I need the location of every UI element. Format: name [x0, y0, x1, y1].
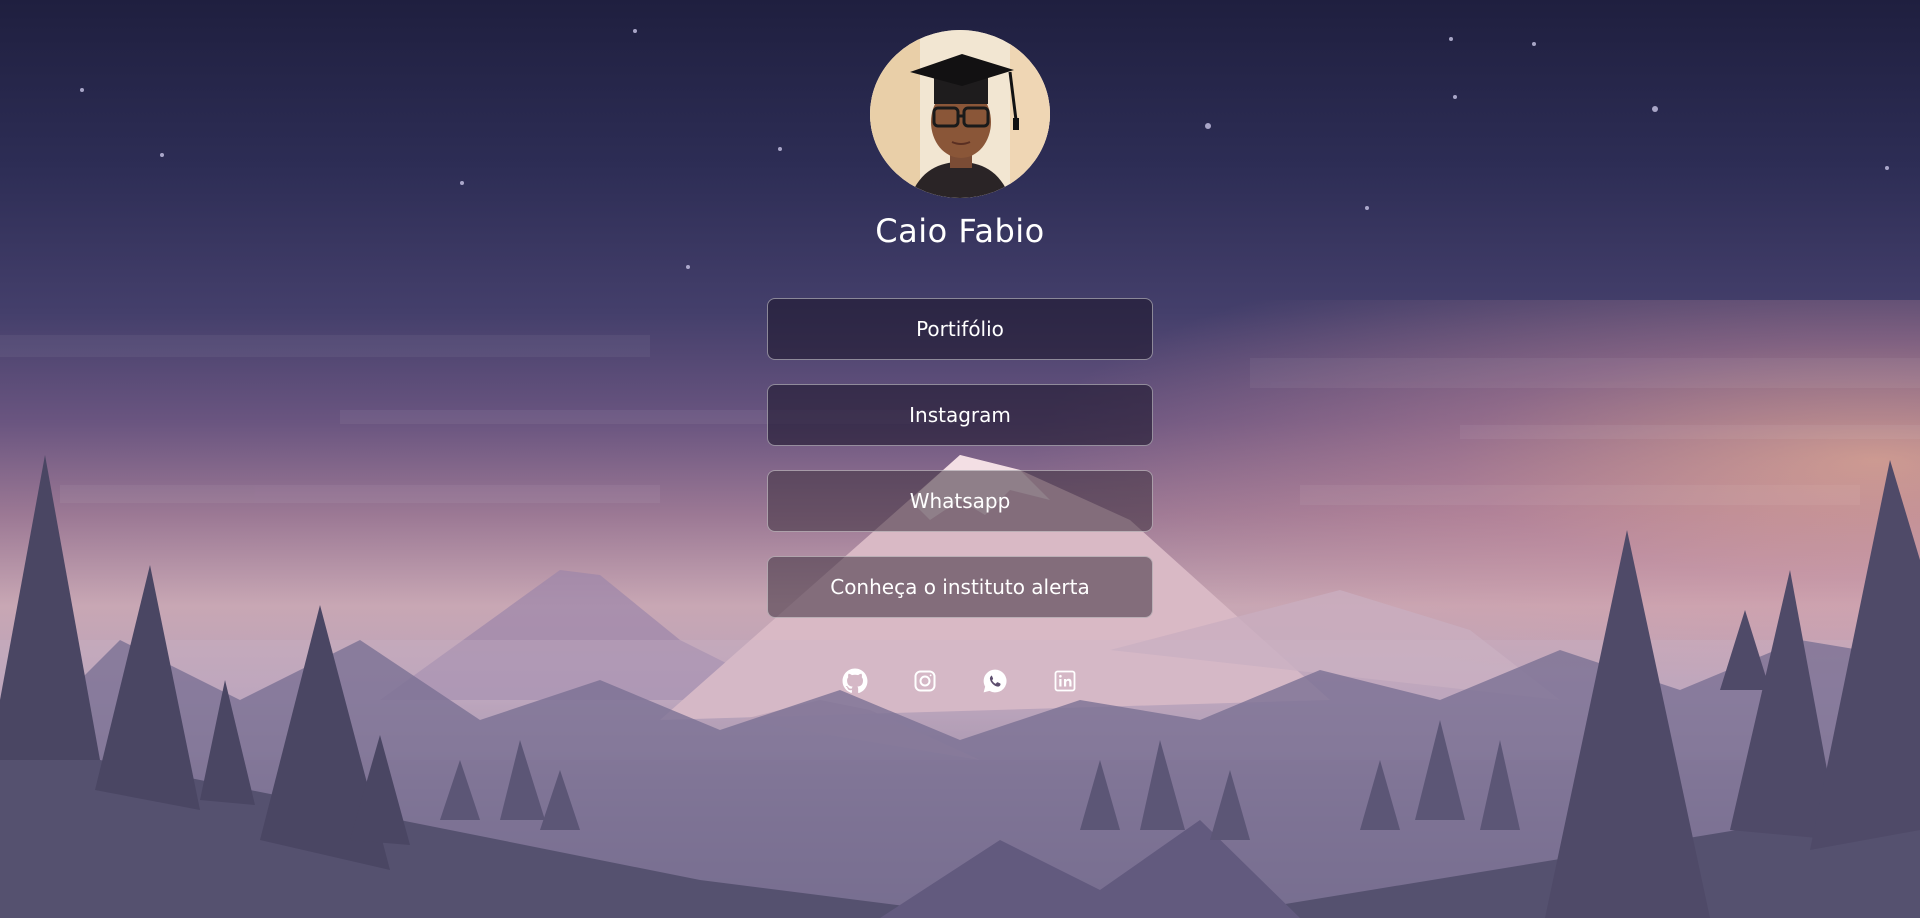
portfolio-link-button[interactable]: Portifólio — [767, 298, 1153, 360]
github-icon[interactable] — [842, 668, 868, 694]
profile-name: Caio Fabio — [875, 212, 1045, 250]
linkedin-icon[interactable] — [1052, 668, 1078, 694]
instituto-alerta-link-button[interactable]: Conheça o instituto alerta — [767, 556, 1153, 618]
whatsapp-link-button[interactable]: Whatsapp — [767, 470, 1153, 532]
link-list: Portifólio Instagram Whatsapp Conheça o … — [767, 298, 1153, 642]
avatar — [870, 30, 1050, 198]
whatsapp-icon[interactable] — [982, 668, 1008, 694]
profile-card: Caio Fabio Portifólio Instagram Whatsapp… — [0, 0, 1920, 694]
instagram-icon[interactable] — [912, 668, 938, 694]
instagram-link-button[interactable]: Instagram — [767, 384, 1153, 446]
page-background: Caio Fabio Portifólio Instagram Whatsapp… — [0, 0, 1920, 918]
avatar-photo — [870, 30, 1050, 198]
social-icons — [842, 668, 1078, 694]
